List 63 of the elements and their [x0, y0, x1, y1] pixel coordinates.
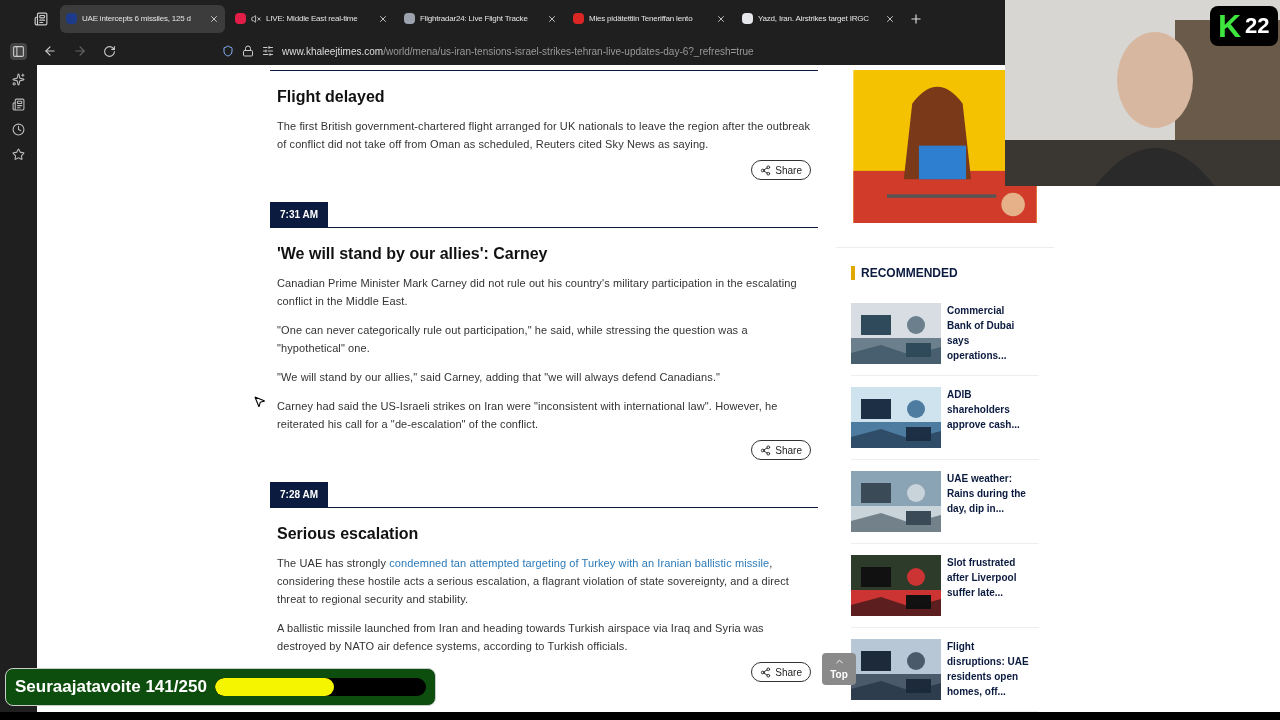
close-icon[interactable]: [547, 13, 557, 24]
permissions-icon[interactable]: [262, 45, 274, 57]
share-icon: [760, 444, 772, 456]
section-heading: RECOMMENDED: [861, 265, 958, 282]
goal-label: Seuraajatavoite 141/250: [15, 676, 207, 699]
browser-tab[interactable]: Yazd, Iran. Airstrikes target IRGC: [736, 4, 901, 33]
item-title: Commercial Bank of Dubai says operations...: [947, 304, 1016, 363]
browser-tab[interactable]: Mies pidätettiin Teneriffan lento: [567, 4, 732, 33]
article-link[interactable]: condemned tan attempted targeting of Turkey with an Iranian ballistic missile: [389, 557, 770, 569]
tab-title: Yazd, Iran. Airstrikes target IRGC: [758, 12, 870, 25]
close-icon[interactable]: [378, 13, 388, 24]
accent-bar-icon: [851, 266, 855, 280]
recommended-item[interactable]: UAE weather: Rains during the day, dip in...: [851, 460, 1039, 544]
back-icon[interactable]: [43, 44, 57, 58]
share-icon: [760, 666, 772, 678]
history-icon[interactable]: [12, 123, 25, 136]
browser-tab[interactable]: UAE intercepts 6 missiles, 125 d: [60, 4, 225, 33]
url-text: www.khaleejtimes.com/world/mena/us-iran-tensions-israel-strikes-tehran-live-updates-day-6?_refresh=true: [282, 44, 754, 59]
item-title: UAE weather: Rains during the day, dip in...: [947, 472, 1027, 516]
close-icon[interactable]: [209, 13, 219, 24]
forward-icon[interactable]: [73, 44, 87, 58]
tab-title: Mies pidätettiin Teneriffan lento: [589, 12, 694, 25]
mute-icon[interactable]: [251, 13, 261, 24]
mouse-cursor-icon: [253, 395, 266, 408]
entry-title: Serious escalation: [277, 524, 420, 544]
time-tag: 7:28 AM: [270, 482, 328, 507]
recommended-item[interactable]: Slot frustrated after Liverpool suffer late...: [851, 544, 1039, 628]
share-icon: [760, 164, 772, 176]
paragraph: "One can never categorically rule out participation," he said, while stressing the question was a "hypothetical" one.: [277, 323, 749, 356]
paragraph: A ballistic missile launched from Iran and heading towards Turkish airspace via Iraq and Syria was destroyed by NATO air defence systems, according to Turkish officials.: [277, 621, 765, 654]
paragraph: The first British government-chartered flight arranged for UK nationals to leave the region after the outbreak of conflict did not take off from Oman as scheduled, Reuters cited Sky News as saying.: [277, 119, 811, 152]
logo-number: 22: [1245, 15, 1270, 37]
browser-tab[interactable]: LIVE: Middle East real-time: [229, 4, 394, 33]
new-tab-icon[interactable]: [909, 11, 923, 26]
tab-title: Flightradar24: Live Flight Tracke: [420, 12, 529, 25]
bookmark-icon[interactable]: [12, 148, 25, 161]
paragraph: The UAE has strongly condemned tan attempted targeting of Turkey with an Iranian ballistic missile, considering these hostile acts a serious escalation, a flagrant violation of state sovereignty, and a direct threat to regional security and stability.: [277, 556, 790, 607]
close-icon[interactable]: [716, 13, 726, 24]
recommended-item[interactable]: Flight disruptions: UAE residents open homes, off...: [851, 628, 1039, 712]
recommended-item[interactable]: ADIB shareholders approve cash...: [851, 376, 1039, 460]
item-title: ADIB shareholders approve cash...: [947, 388, 1021, 432]
paragraph: Canadian Prime Minister Mark Carney did not rule out his country's military participation in the escalating conflict in the Middle East.: [277, 276, 798, 309]
browser-tab[interactable]: Flightradar24: Live Flight Tracke: [398, 4, 563, 33]
lock-icon: [242, 45, 254, 57]
logo-letter: K: [1218, 10, 1242, 42]
tab-list-icon[interactable]: [34, 11, 48, 26]
reader-icon[interactable]: [12, 98, 25, 111]
sidebar-toggle-icon[interactable]: [10, 42, 27, 60]
entry-title: Flight delayed: [277, 87, 386, 107]
entry-title: 'We will stand by our allies': Carney: [277, 244, 549, 264]
shield-icon[interactable]: [222, 45, 234, 57]
item-title: Slot frustrated after Liverpool suffer late...: [947, 556, 1018, 600]
address-bar[interactable]: www.khaleejtimes.com/world/mena/us-iran-tensions-israel-strikes-tehran-live-updates-day-6?_refresh=true: [218, 39, 1005, 63]
recommended-item[interactable]: Commercial Bank of Dubai says operations...: [851, 292, 1039, 376]
tab-title: LIVE: Middle East real-time: [266, 12, 359, 25]
tab-title: UAE intercepts 6 missiles, 125 d: [82, 12, 192, 25]
reload-icon[interactable]: [103, 44, 116, 58]
paragraph: Carney had said the US-Israeli strikes on Iran were "inconsistent with international law". However, he reiterated his call for a "de-escalation" of the conflict.: [277, 399, 779, 432]
paragraph: "We will stand by our allies," said Carney, adding that "we will always defend Canadians.": [277, 370, 722, 385]
sparkle-icon[interactable]: [12, 73, 25, 86]
item-title: Flight disruptions: UAE residents open homes, off...: [947, 640, 1030, 699]
close-icon[interactable]: [885, 13, 895, 24]
time-tag: 7:31 AM: [270, 202, 328, 227]
